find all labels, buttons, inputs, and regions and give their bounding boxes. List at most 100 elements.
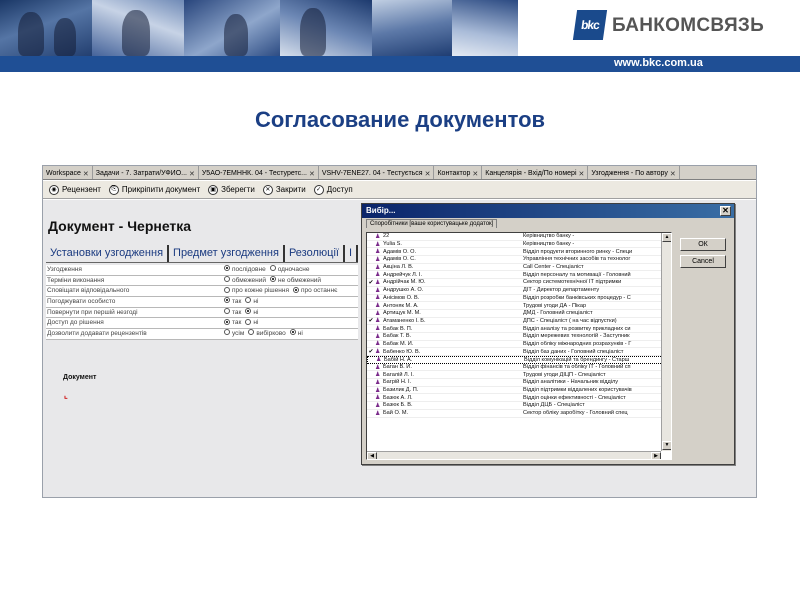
list-item[interactable]: ♟ Бабак В. П. Відділ аналізу та розвитку п… xyxy=(367,325,671,333)
scroll-up-icon[interactable]: ▲ xyxy=(662,233,671,242)
list-item[interactable]: ♟ Базюк А. Л. Відділ оцінки ефективності -… xyxy=(367,394,671,403)
toolbar-attach-button[interactable]: ⎘ Прикріпити документ xyxy=(108,184,200,195)
radio-icon[interactable] xyxy=(270,275,277,282)
radio-option[interactable]: про кожне рішення xyxy=(224,286,289,294)
radio-option[interactable]: ні xyxy=(245,308,258,316)
radio-icon[interactable] xyxy=(224,275,230,282)
radio-option[interactable]: послідовне xyxy=(224,265,266,273)
toolbar-access-button[interactable]: ✓ Доступ xyxy=(313,184,353,195)
document-tabs: Установки узгодження Предмет узгодження Ре… xyxy=(46,245,359,263)
close-icon[interactable]: ✕ xyxy=(720,206,731,216)
radio-icon[interactable] xyxy=(292,286,299,293)
radio-option[interactable]: усім xyxy=(224,329,244,337)
close-icon[interactable]: ✕ xyxy=(579,170,585,178)
list-item[interactable]: ♟ Yulia S. Керівництво банку - xyxy=(367,241,671,249)
checkbox-icon[interactable]: ✔ xyxy=(367,348,375,355)
checkbox-icon[interactable]: ✔ xyxy=(367,279,375,286)
person-icon: ♟ xyxy=(376,357,382,364)
employee-position: Трудові угоди ДІЦП - Спеціаліст xyxy=(523,371,606,378)
close-icon[interactable]: ✕ xyxy=(309,170,315,178)
list-item[interactable]: ♟ Антоняк М. А. Трудові угоди ДА - Пікар xyxy=(367,302,671,310)
scroll-left-icon[interactable]: ◀ xyxy=(367,452,377,459)
list-item[interactable]: ✔ ♟ Атаманенко І. Б. ДПС - Спеціаліст ( на … xyxy=(367,318,671,326)
radio-icon[interactable] xyxy=(245,297,252,304)
radio-icon[interactable] xyxy=(245,308,252,315)
close-icon[interactable]: ✕ xyxy=(670,170,676,178)
radio-option[interactable]: ні xyxy=(245,297,258,305)
vertical-scrollbar[interactable]: ▲ ▼ xyxy=(661,233,671,451)
radio-option[interactable]: так xyxy=(224,318,241,326)
app-tab[interactable]: Workspace ✕ xyxy=(43,166,93,179)
list-item[interactable]: ♟ 22 Керівництво банку - xyxy=(367,233,671,241)
scroll-right-icon[interactable]: ▶ xyxy=(651,452,661,459)
list-item[interactable]: ♟ Андрушко А. О. ДІТ - Директор департамен… xyxy=(367,287,671,295)
radio-icon[interactable] xyxy=(248,329,255,336)
app-tab[interactable]: У5АО-7ЕМННК. 04 - Тестуретс... ✕ xyxy=(199,166,319,179)
list-item[interactable]: ♟ Бабій Н. А. Відділ комунікацій та бренди… xyxy=(367,356,671,364)
horizontal-scrollbar[interactable]: ◀ ▶ xyxy=(367,451,661,459)
toolbar-save-button[interactable]: ▣ Зберегти xyxy=(208,184,255,195)
radio-icon[interactable] xyxy=(224,297,230,304)
close-icon[interactable]: ✕ xyxy=(83,170,89,178)
close-icon[interactable]: ✕ xyxy=(189,170,195,178)
radio-icon[interactable] xyxy=(224,318,230,325)
close-icon: ✕ xyxy=(262,184,273,195)
tab-3[interactable]: І xyxy=(345,245,359,262)
radio-icon[interactable] xyxy=(224,329,230,336)
list-item[interactable]: ♟ Артищук М. М. ДМД - Головний спеціаліст xyxy=(367,310,671,318)
radio-icon[interactable] xyxy=(224,265,230,272)
form-row: Доступ до рішення так ні xyxy=(46,318,358,330)
radio-icon[interactable] xyxy=(245,318,252,325)
radio-option[interactable]: одночасне xyxy=(269,265,309,273)
list-item[interactable]: ♟ Анісімов О. В. Відділ розробки банківськ… xyxy=(367,295,671,303)
radio-icon[interactable] xyxy=(289,329,296,336)
radio-icon[interactable] xyxy=(269,265,276,272)
radio-option[interactable]: про останнє xyxy=(292,286,337,294)
site-url[interactable]: www.bkc.com.ua xyxy=(614,57,703,69)
list-item[interactable]: ♟ Баган В. Й. Відділ фінансів та обліку ІТ… xyxy=(367,364,671,372)
radio-option[interactable]: обмежений xyxy=(224,275,266,284)
cancel-button[interactable]: Cancel xyxy=(680,255,726,268)
list-item[interactable]: ♟ Адамів О. О. Відділ продукти вторинного … xyxy=(367,248,671,257)
tab-2[interactable]: Резолюції xyxy=(285,245,345,262)
radio-option[interactable]: так xyxy=(224,297,241,305)
toolbar-close-button[interactable]: ✕ Закрити xyxy=(262,184,306,195)
list-item[interactable]: ♟ Базюк Б. В. Відділ ДЦБ - Спеціаліст xyxy=(367,402,671,410)
radio-option[interactable]: ні xyxy=(245,318,258,326)
radio-icon[interactable] xyxy=(224,286,230,293)
radio-option[interactable]: так xyxy=(224,308,241,316)
dialog-tab[interactable]: Споробітники [ваше користувацьке додаток… xyxy=(366,219,498,228)
tab-0[interactable]: Установки узгодження xyxy=(46,245,170,262)
radio-option[interactable]: ні xyxy=(289,329,303,337)
list-item[interactable]: ♟ Базилик Д. П. Відділ підтримки віддалени… xyxy=(367,387,671,395)
tab-1[interactable]: Предмет узгодження xyxy=(169,245,285,262)
app-tab[interactable]: Канцелярія - Вхід/По номері ✕ xyxy=(482,166,589,179)
close-icon[interactable]: ✕ xyxy=(472,170,478,178)
app-tab[interactable]: Контактор ✕ xyxy=(434,166,483,179)
list-item[interactable]: ✔ ♟ Бабенко Ю. В. Відділ баз даних - Головн… xyxy=(367,348,671,356)
radio-option[interactable]: вибірково xyxy=(248,329,286,337)
list-item[interactable]: ♟ Бабак М. Й. Відділ обліку міжнародних ро… xyxy=(367,341,671,349)
employee-list[interactable]: ♟ 22 Керівництво банку - ♟ Yulia S. Керівницт… xyxy=(366,232,672,460)
list-item[interactable]: ♟ Адамів О. С. Управління технічних засобі… xyxy=(367,256,671,264)
form-row: Терміни виконання обмежений не обмежений xyxy=(46,275,358,287)
close-icon[interactable]: ✕ xyxy=(425,170,431,178)
list-item[interactable]: ♟ Акціна Л. В. Call Center - Спеціаліст xyxy=(367,264,671,272)
app-tab[interactable]: Задачи - 7. Затрати/УФИО... ✕ xyxy=(93,166,199,179)
dialog-tab-label[interactable]: Споробітники [ваше користувацьке додаток… xyxy=(366,219,498,228)
ok-button[interactable]: ОК xyxy=(680,238,726,251)
list-item[interactable]: ♟ Бабак Т. В. Відділ мережевих технологій … xyxy=(367,333,671,341)
list-item[interactable]: ♟ Бай О. М. Сектор обліку заробітку - Голо… xyxy=(367,410,671,418)
radio-icon[interactable] xyxy=(224,308,230,315)
app-tab[interactable]: Узгодження - По автору ✕ xyxy=(588,166,680,179)
list-item[interactable]: ♟ Багрій Н. І. Відділ аналітики - Начальни… xyxy=(367,379,671,387)
list-item[interactable]: ✔ ♟ Андрійчак М. Ю. Сектор системотехнічної… xyxy=(367,279,671,287)
list-item[interactable]: ♟ Андрейчук Л. І. Відділ персоналу та моти… xyxy=(367,271,671,280)
person-icon: ♟ xyxy=(375,349,381,356)
scroll-down-icon[interactable]: ▼ xyxy=(662,441,671,450)
radio-option[interactable]: не обмежений xyxy=(270,275,321,284)
list-item[interactable]: ♟ Багалій Л. І. Трудові угоди ДІЦП - Спеці… xyxy=(367,371,671,380)
checkbox-icon[interactable]: ✔ xyxy=(367,317,375,324)
toolbar-review-button[interactable]: ◉ Рецензент xyxy=(49,184,101,195)
app-tab[interactable]: VSHV-7ENE27. 04 - Тестується ✕ xyxy=(319,166,435,179)
